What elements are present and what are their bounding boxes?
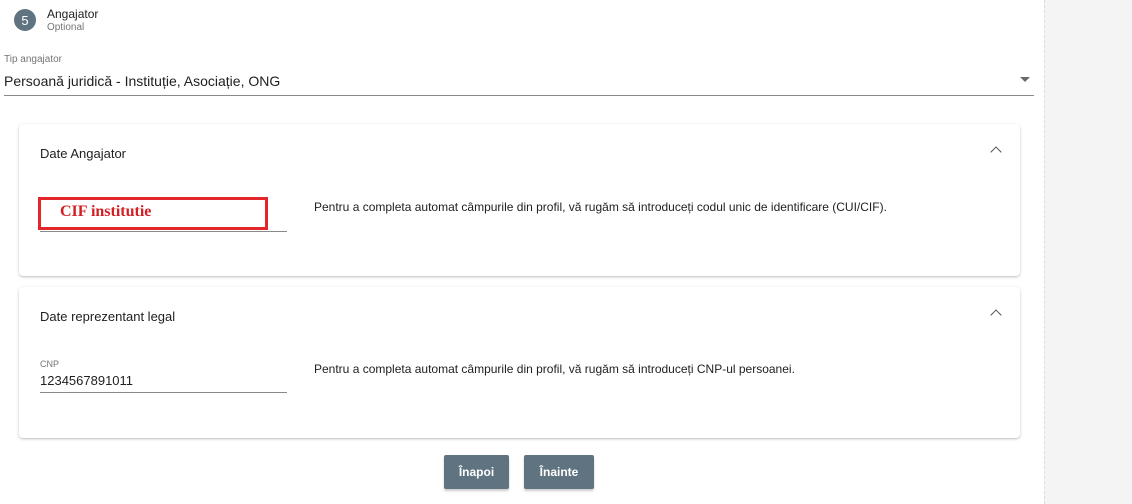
- right-side-panel: [1044, 0, 1132, 504]
- collapse-chevron-icon[interactable]: [990, 146, 1002, 158]
- employer-data-title: Date Angajator: [40, 146, 127, 161]
- step-title: Angajator: [47, 7, 99, 21]
- cnp-label: CNP: [40, 359, 60, 369]
- cif-help-text: Pentru a completa automat câmpurile din …: [314, 200, 887, 214]
- dropdown-arrow-icon[interactable]: [1020, 77, 1030, 82]
- cnp-help-text: Pentru a completa automat câmpurile din …: [314, 362, 795, 376]
- cnp-value: 1234567891011: [40, 373, 134, 388]
- cnp-field[interactable]: CNP 1234567891011: [40, 359, 287, 393]
- next-button[interactable]: Înainte: [524, 455, 594, 489]
- cif-placeholder: CIF institutie: [60, 203, 152, 220]
- cif-field-underline: [40, 231, 287, 232]
- step-subtitle: Optional: [47, 22, 85, 33]
- step-number-badge: 5: [14, 9, 36, 31]
- cif-input[interactable]: CIF institutie: [38, 197, 268, 230]
- legal-representative-title: Date reprezentant legal: [40, 309, 176, 324]
- employer-type-select[interactable]: Tip angajator Persoană juridică - Instit…: [4, 54, 1034, 96]
- employer-type-value: Persoană juridică - Instituție, Asociați…: [4, 73, 281, 89]
- collapse-chevron-icon[interactable]: [990, 309, 1002, 321]
- employer-data-panel: Date Angajator CIF institutie Pentru a c…: [19, 124, 1020, 276]
- legal-representative-panel: Date reprezentant legal CNP 123456789101…: [19, 287, 1020, 438]
- back-button[interactable]: Înapoi: [444, 455, 509, 489]
- employer-type-label: Tip angajator: [4, 54, 62, 65]
- step-text: Angajator Optional: [47, 7, 98, 34]
- step-header: 5 Angajator Optional: [14, 7, 98, 34]
